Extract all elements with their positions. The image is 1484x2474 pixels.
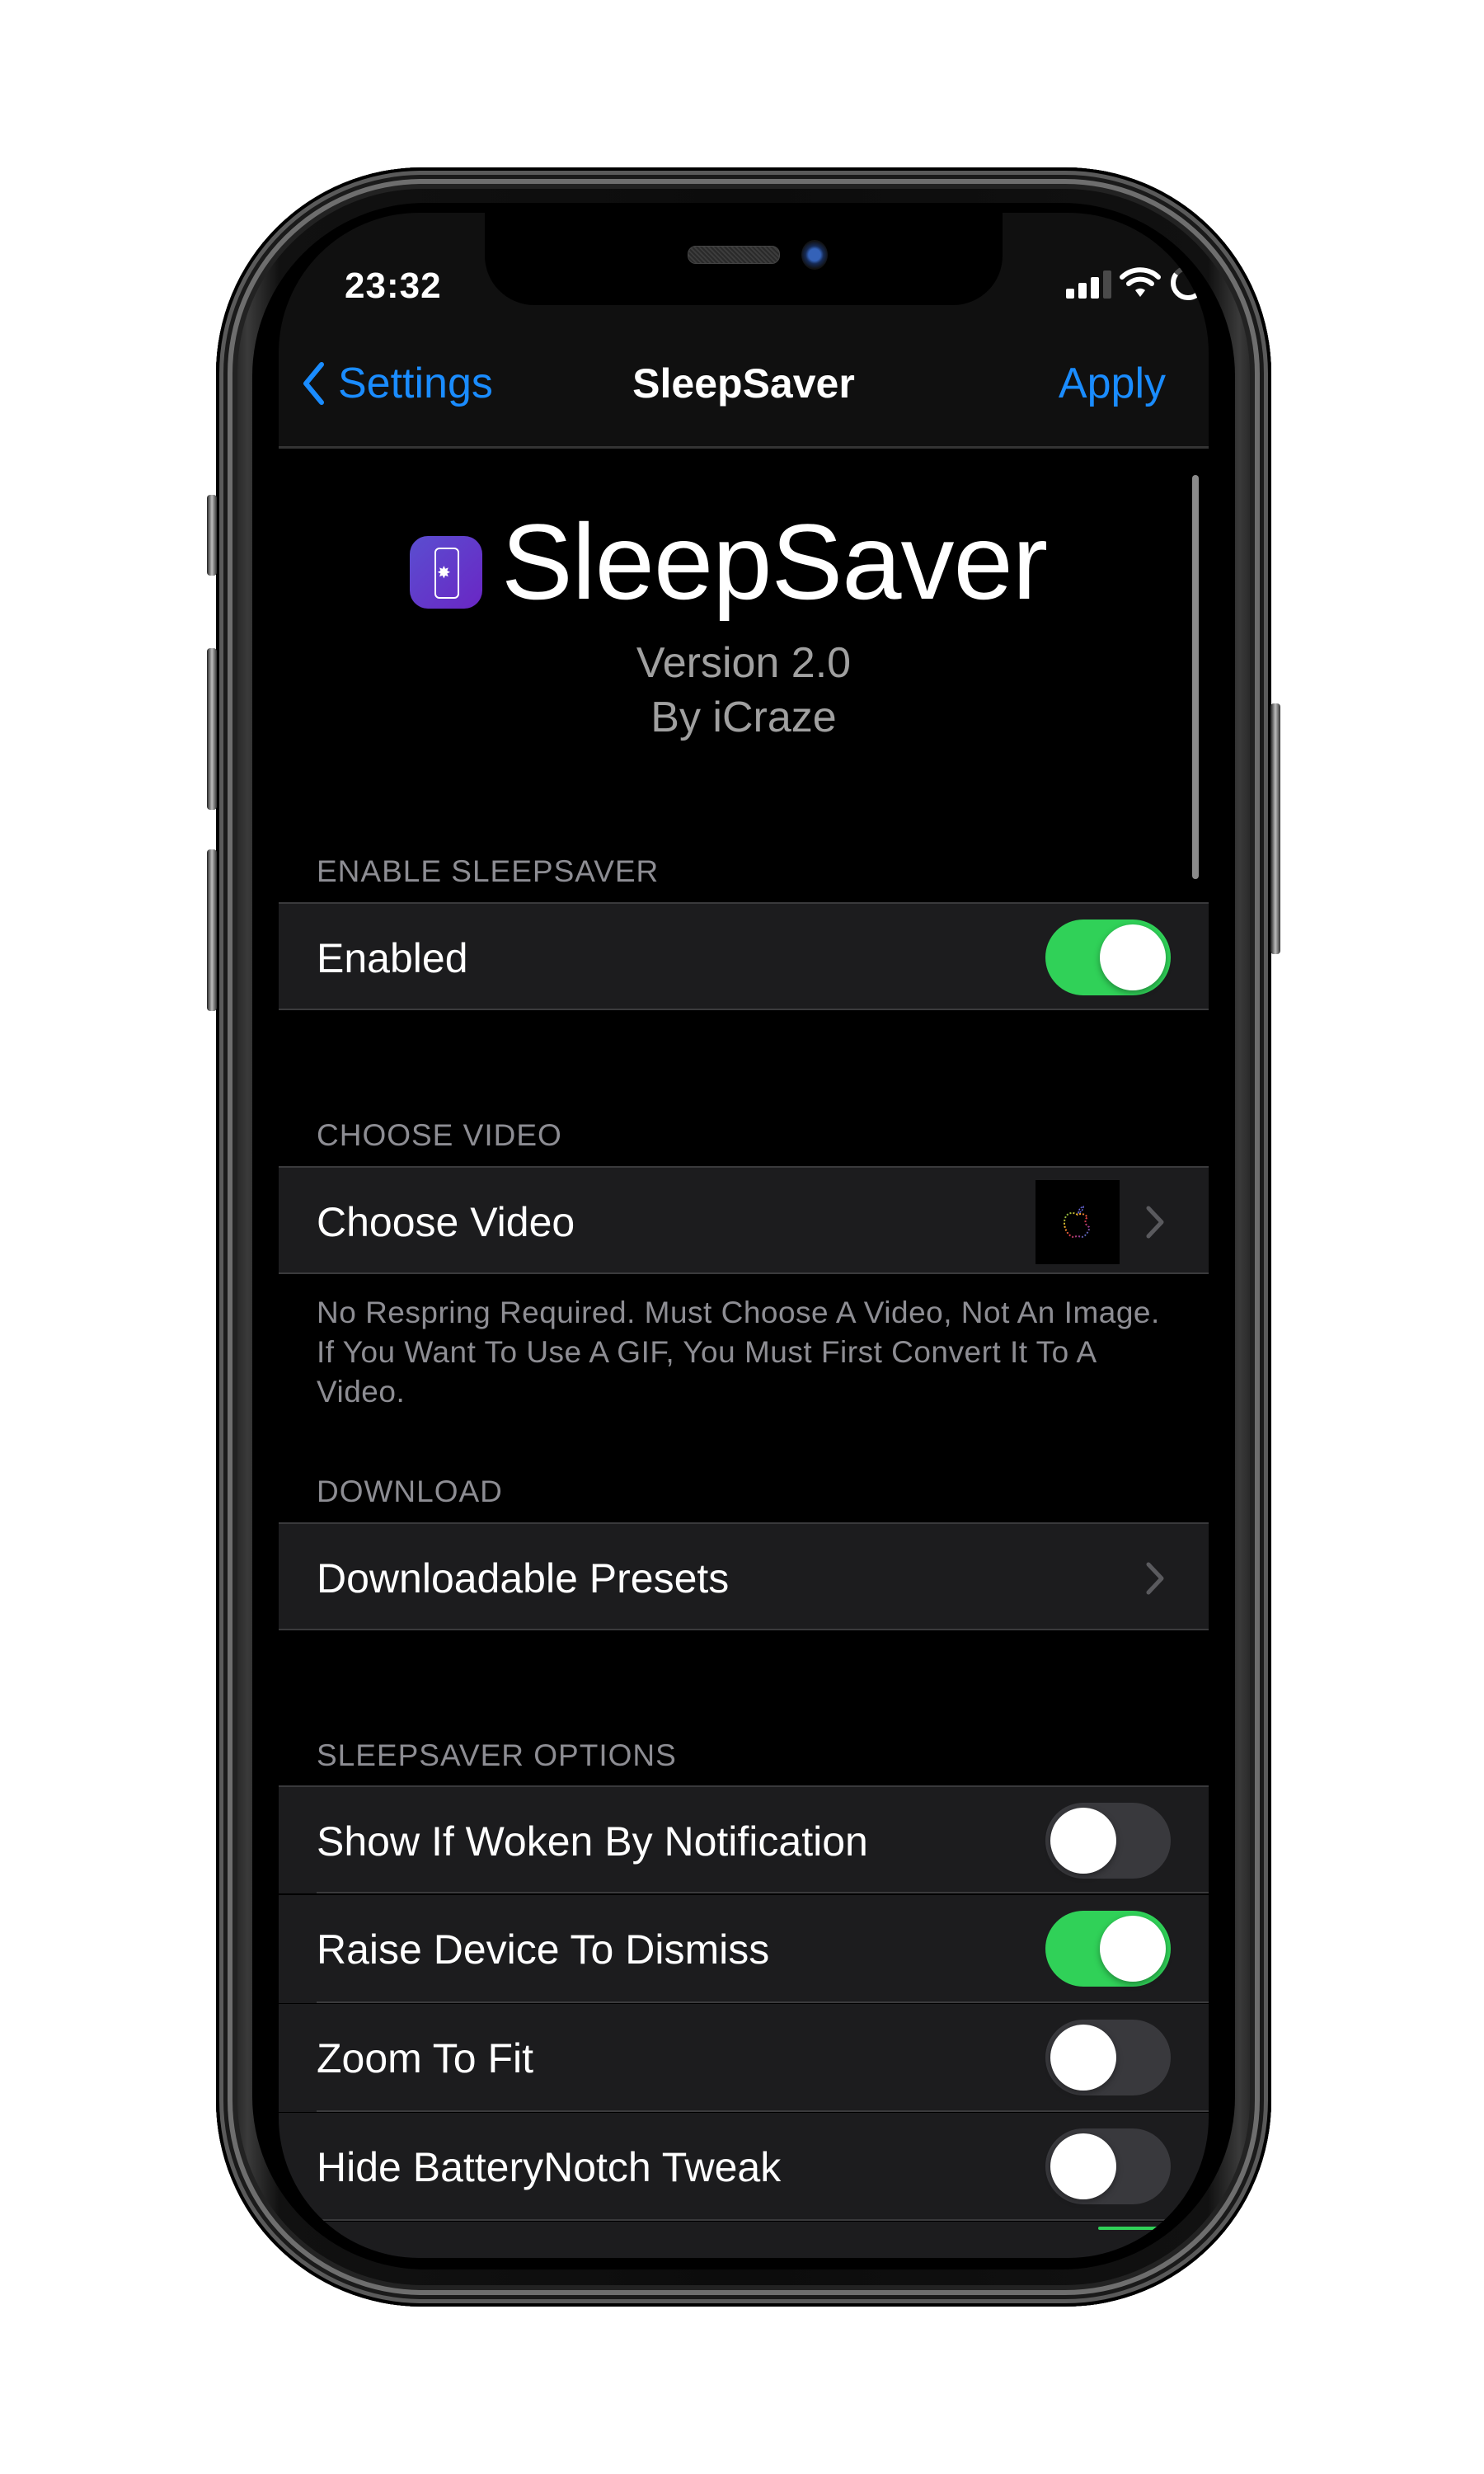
row-separator bbox=[317, 2001, 1209, 2003]
version-label: Version 2.0 bbox=[636, 639, 852, 687]
option-row-partial bbox=[279, 2222, 1209, 2258]
apple-logo-icon bbox=[1063, 1205, 1091, 1238]
section-header-options: SLEEPSAVER OPTIONS bbox=[317, 1738, 677, 1772]
app-name-heading: SleepSaver bbox=[501, 501, 1048, 622]
chevron-right-icon bbox=[1146, 1206, 1164, 1239]
row-separator bbox=[317, 2219, 1209, 2221]
toggle-knob bbox=[1050, 1808, 1116, 1874]
screen: 23:32 Settings SleepSaver Apply ✸ SleepS… bbox=[279, 213, 1209, 2258]
row-label: Raise Device To Dismiss bbox=[317, 1926, 770, 1973]
toggle-knob bbox=[1050, 2025, 1116, 2091]
toggle-knob bbox=[1050, 2133, 1116, 2199]
row-separator bbox=[317, 1892, 1209, 1893]
earpiece-speaker bbox=[688, 246, 780, 264]
row-label: Choose Video bbox=[317, 1198, 575, 1245]
row-label: Downloadable Presets bbox=[317, 1554, 730, 1602]
option-row-hide-batterynotch: Hide BatteryNotch Tweak bbox=[279, 2113, 1209, 2221]
toggle-knob bbox=[1100, 924, 1166, 990]
side-power-button bbox=[1270, 703, 1280, 954]
mute-switch bbox=[207, 495, 217, 576]
row-label: Hide BatteryNotch Tweak bbox=[317, 2143, 782, 2190]
volume-down-button bbox=[207, 849, 217, 1011]
option-row-zoom-to-fit: Zoom To Fit bbox=[279, 2004, 1209, 2112]
raise-to-dismiss-toggle[interactable] bbox=[1045, 1911, 1171, 1987]
cellular-signal-icon bbox=[1066, 270, 1115, 299]
partial-toggle[interactable] bbox=[1098, 2227, 1159, 2230]
video-thumbnail bbox=[1036, 1180, 1120, 1264]
row-label: Show If Woken By Notification bbox=[317, 1818, 868, 1865]
front-camera bbox=[801, 240, 828, 270]
enabled-row: Enabled bbox=[279, 902, 1209, 1010]
downloadable-presets-row[interactable]: Downloadable Presets bbox=[279, 1522, 1209, 1630]
choose-video-footer: No Respring Required. Must Choose A Vide… bbox=[317, 1296, 1160, 1409]
choose-video-row[interactable]: Choose Video bbox=[279, 1166, 1209, 1274]
apply-button[interactable]: Apply bbox=[1059, 320, 1166, 446]
app-icon: ✸ bbox=[410, 536, 482, 609]
row-label: Enabled bbox=[317, 934, 468, 981]
navigation-bar: Settings SleepSaver Apply bbox=[279, 320, 1209, 449]
hide-batterynotch-toggle[interactable] bbox=[1045, 2128, 1171, 2204]
scrollbar[interactable] bbox=[1192, 475, 1199, 879]
status-bar: 23:32 bbox=[279, 213, 1209, 320]
section-header-enable: ENABLE SLEEPSAVER bbox=[317, 854, 660, 888]
option-row-show-if-woken: Show If Woken By Notification bbox=[279, 1785, 1209, 1893]
show-if-woken-toggle[interactable] bbox=[1045, 1803, 1171, 1879]
section-header-download: DOWNLOAD bbox=[317, 1475, 503, 1508]
status-time: 23:32 bbox=[345, 266, 442, 306]
enabled-toggle[interactable] bbox=[1045, 920, 1171, 995]
row-separator bbox=[317, 2110, 1209, 2112]
zoom-to-fit-toggle[interactable] bbox=[1045, 2020, 1171, 2095]
toggle-knob bbox=[1100, 1916, 1166, 1982]
notch bbox=[485, 213, 1003, 305]
row-label: Zoom To Fit bbox=[317, 2034, 534, 2081]
author-label: By iCraze bbox=[650, 694, 837, 741]
section-header-choose-video: CHOOSE VIDEO bbox=[317, 1118, 562, 1152]
sparkle-icon: ✸ bbox=[437, 564, 451, 582]
wifi-icon bbox=[1120, 267, 1161, 297]
volume-up-button bbox=[207, 648, 217, 810]
battery-ring-icon bbox=[1171, 266, 1205, 300]
option-row-raise-to-dismiss: Raise Device To Dismiss bbox=[279, 1895, 1209, 2003]
chevron-right-icon bbox=[1146, 1562, 1164, 1595]
